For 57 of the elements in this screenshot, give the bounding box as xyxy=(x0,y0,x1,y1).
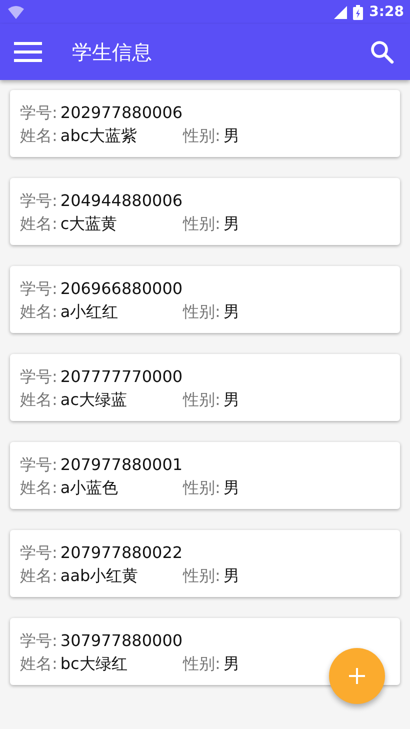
battery-icon xyxy=(353,4,364,20)
app-title: 学生信息 xyxy=(72,38,153,66)
student-id: 202977880006 xyxy=(60,102,183,124)
student-name: c大蓝黄 xyxy=(60,212,118,234)
student-gender: 男 xyxy=(223,212,240,234)
student-card[interactable]: 学号: 207977880022 姓名: aab小红黄 性别: 男 xyxy=(10,530,400,597)
student-id: 206966880000 xyxy=(60,278,183,300)
field-label: 学号: xyxy=(20,542,58,564)
field-label: 学号: xyxy=(20,278,58,300)
student-name: bc大绿红 xyxy=(60,652,128,674)
student-gender: 男 xyxy=(223,476,240,498)
field-label: 姓名: xyxy=(20,476,58,498)
field-label: 学号: xyxy=(20,366,58,388)
menu-icon[interactable] xyxy=(14,42,42,62)
field-label: 性别: xyxy=(183,124,220,146)
student-name: abc大蓝紫 xyxy=(60,124,138,146)
student-name: a小红红 xyxy=(60,300,118,322)
student-name: aab小红黄 xyxy=(60,564,138,586)
student-gender: 男 xyxy=(223,564,240,586)
field-label: 学号: xyxy=(20,190,58,212)
field-label: 学号: xyxy=(20,454,58,476)
student-id: 207777770000 xyxy=(60,366,183,388)
field-label: 性别: xyxy=(183,388,220,410)
student-card[interactable]: 学号: 307977880000 姓名: bc大绿红 性别: 男 xyxy=(10,618,400,685)
field-label: 姓名: xyxy=(20,388,58,410)
field-label: 姓名: xyxy=(20,124,58,146)
field-label: 性别: xyxy=(183,476,220,498)
field-label: 姓名: xyxy=(20,300,58,322)
student-card[interactable]: 学号: 207777770000 姓名: ac大绿蓝 性别: 男 xyxy=(10,354,400,421)
field-label: 姓名: xyxy=(20,564,58,586)
student-name: a小蓝色 xyxy=(60,476,118,498)
signal-icon xyxy=(334,6,348,18)
field-label: 性别: xyxy=(183,652,220,674)
student-card[interactable]: 学号: 207977880001 姓名: a小蓝色 性别: 男 xyxy=(10,442,400,509)
student-id: 207977880022 xyxy=(60,542,183,564)
student-id: 207977880001 xyxy=(60,454,183,476)
student-card[interactable]: 学号: 204944880006 姓名: c大蓝黄 性别: 男 xyxy=(10,178,400,245)
field-label: 学号: xyxy=(20,630,58,652)
student-card[interactable]: 学号: 202977880006 姓名: abc大蓝紫 性别: 男 xyxy=(10,90,400,157)
wifi-icon xyxy=(8,6,24,18)
field-label: 性别: xyxy=(183,300,220,322)
plus-icon xyxy=(349,668,365,684)
student-gender: 男 xyxy=(223,388,240,410)
student-card[interactable]: 学号: 206966880000 姓名: a小红红 性别: 男 xyxy=(10,266,400,333)
student-gender: 男 xyxy=(223,652,240,674)
student-id: 204944880006 xyxy=(60,190,183,212)
student-gender: 男 xyxy=(223,124,240,146)
field-label: 性别: xyxy=(183,564,220,586)
student-gender: 男 xyxy=(223,300,240,322)
student-id: 307977880000 xyxy=(60,630,183,652)
field-label: 性别: xyxy=(183,212,220,234)
field-label: 学号: xyxy=(20,102,58,124)
status-time: 3:28 xyxy=(369,4,404,20)
field-label: 姓名: xyxy=(20,212,58,234)
search-icon[interactable] xyxy=(370,40,394,64)
field-label: 姓名: xyxy=(20,652,58,674)
student-name: ac大绿蓝 xyxy=(60,388,127,410)
